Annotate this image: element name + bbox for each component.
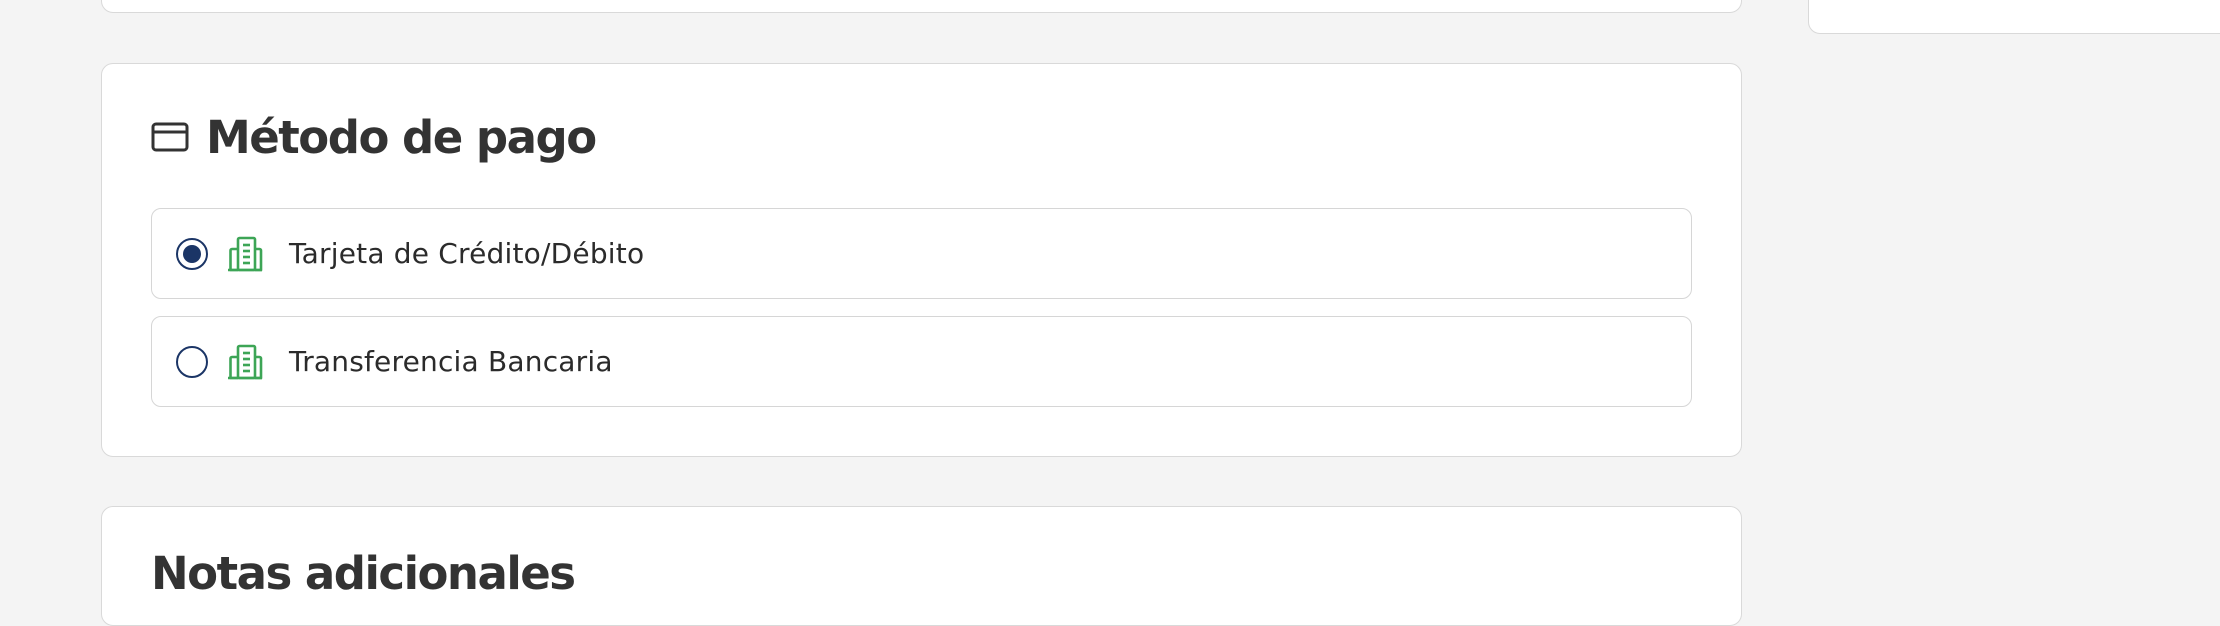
payment-method-card: Método de pago Tarjeta de Crédito/Débito… bbox=[101, 63, 1742, 457]
payment-option-transfer[interactable]: Transferencia Bancaria bbox=[151, 316, 1692, 407]
payment-method-title: Método de pago bbox=[206, 110, 597, 164]
payment-option-card[interactable]: Tarjeta de Crédito/Débito bbox=[151, 208, 1692, 299]
bank-building-icon bbox=[228, 344, 263, 379]
payment-options-list: Tarjeta de Crédito/Débito Transferencia … bbox=[151, 208, 1692, 424]
payment-option-transfer-label: Transferencia Bancaria bbox=[289, 345, 613, 378]
additional-notes-heading: Notas adicionales bbox=[151, 543, 576, 603]
additional-notes-card: Notas adicionales bbox=[101, 506, 1742, 626]
payment-option-card-label: Tarjeta de Crédito/Débito bbox=[289, 237, 645, 270]
radio-selected-dot bbox=[183, 244, 201, 263]
bank-building-icon bbox=[228, 236, 263, 271]
credit-card-icon bbox=[151, 122, 189, 152]
radio-transfer[interactable] bbox=[176, 345, 208, 378]
radio-card[interactable] bbox=[176, 237, 208, 270]
order-summary-card bbox=[1808, 0, 2220, 34]
additional-notes-title: Notas adicionales bbox=[151, 546, 576, 600]
previous-section-card bbox=[101, 0, 1742, 13]
payment-method-heading: Método de pago bbox=[151, 107, 597, 167]
